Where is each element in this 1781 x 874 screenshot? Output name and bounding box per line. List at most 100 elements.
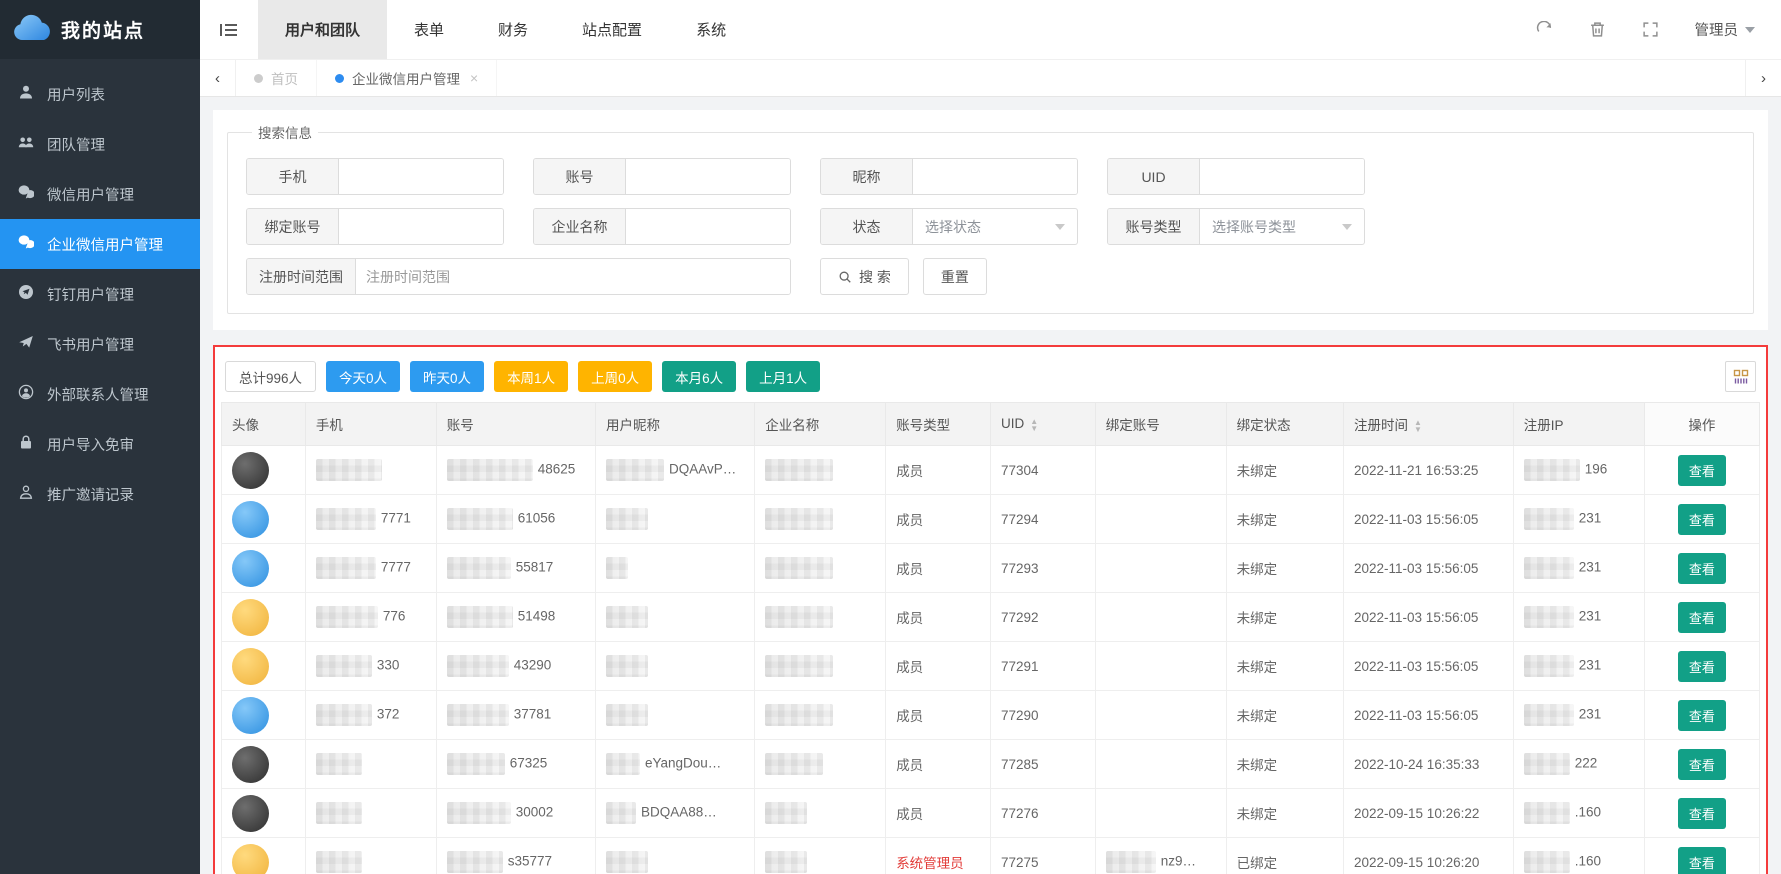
redacted-block — [316, 508, 376, 530]
sidebar-item[interactable]: 飞书用户管理 — [0, 319, 200, 369]
view-button[interactable]: 查看 — [1678, 700, 1726, 731]
avatar — [232, 550, 269, 587]
admin-dropdown[interactable]: 管理员 — [1695, 19, 1756, 40]
view-button[interactable]: 查看 — [1678, 455, 1726, 486]
column-header-bind_account: 绑定账号 — [1095, 403, 1226, 446]
date-range-input[interactable] — [356, 259, 790, 294]
search-field: 状态选择状态 — [820, 208, 1078, 245]
nav-tab[interactable]: 财务 — [471, 0, 555, 59]
sidebar-item[interactable]: 企业微信用户管理 — [0, 219, 200, 269]
search-field: 企业名称 — [533, 208, 791, 245]
text-input[interactable] — [339, 209, 503, 244]
sidebar-item[interactable]: 团队管理 — [0, 119, 200, 169]
stat-button[interactable]: 今天0人 — [326, 361, 400, 392]
cell-text: 77276 — [1001, 806, 1039, 821]
cell-text: nz9… — [1161, 854, 1196, 869]
cell-text: 77290 — [1001, 708, 1039, 723]
redacted-block — [447, 557, 511, 579]
sidebar-item[interactable]: 用户列表 — [0, 69, 200, 119]
stat-button[interactable]: 总计996人 — [225, 361, 316, 392]
field-label: 手机 — [247, 159, 339, 194]
cell-text: 330 — [377, 658, 400, 673]
cloud-logo-icon — [12, 14, 52, 45]
view-button[interactable]: 查看 — [1678, 504, 1726, 535]
stat-button[interactable]: 昨天0人 — [410, 361, 484, 392]
column-header-action: 操作 — [1644, 403, 1759, 446]
view-button[interactable]: 查看 — [1678, 847, 1726, 874]
chevron-down-icon — [1055, 224, 1065, 230]
stat-button[interactable]: 本周1人 — [494, 361, 568, 392]
view-button[interactable]: 查看 — [1678, 553, 1726, 584]
reset-button[interactable]: 重置 — [923, 258, 987, 295]
cell-text: 222 — [1575, 756, 1598, 771]
avatar — [232, 844, 269, 874]
text-input[interactable] — [913, 159, 1077, 194]
redacted-block — [447, 508, 513, 530]
redacted-block — [1524, 655, 1574, 677]
tab-dot-icon — [254, 74, 263, 83]
nav-tab[interactable]: 系统 — [669, 0, 753, 59]
dingtalk-icon — [18, 284, 34, 304]
nav-tab[interactable]: 用户和团队 — [258, 0, 387, 59]
select-field[interactable]: 选择账号类型 — [1200, 209, 1364, 244]
sort-icon[interactable]: ▲▼ — [1414, 419, 1422, 433]
page-tab-label: 企业微信用户管理 — [352, 68, 460, 88]
site-title: 我的站点 — [61, 16, 145, 43]
page-tab[interactable]: 企业微信用户管理 × — [317, 60, 497, 96]
cell-text: 2022-09-15 10:26:22 — [1354, 806, 1479, 821]
cell-text: 372 — [377, 707, 400, 722]
page-tab[interactable]: 首页 — [236, 60, 317, 96]
stat-button[interactable]: 本月6人 — [662, 361, 736, 392]
select-field[interactable]: 选择状态 — [913, 209, 1077, 244]
stat-button[interactable]: 上周0人 — [578, 361, 652, 392]
sidebar-collapse-icon[interactable] — [200, 0, 258, 59]
user-icon — [18, 84, 34, 104]
cell-text: 231 — [1579, 609, 1602, 624]
nav-tab[interactable]: 站点配置 — [555, 0, 669, 59]
page-tabs-bar: ‹ 首页 企业微信用户管理 × › — [200, 59, 1781, 97]
column-header-uid[interactable]: UID▲▼ — [990, 403, 1095, 446]
refresh-icon[interactable] — [1536, 21, 1553, 38]
avatar — [232, 501, 269, 538]
column-header-nickname: 用户昵称 — [596, 403, 755, 446]
cell-text: 成员 — [896, 709, 923, 724]
column-header-reg_time[interactable]: 注册时间▲▼ — [1344, 403, 1514, 446]
view-button[interactable]: 查看 — [1678, 602, 1726, 633]
cell-text: 2022-11-03 15:56:05 — [1354, 659, 1478, 674]
trash-icon[interactable] — [1589, 21, 1606, 38]
sidebar-item[interactable]: 用户导入免审 — [0, 419, 200, 469]
sidebar-menu: 用户列表团队管理微信用户管理企业微信用户管理钉钉用户管理飞书用户管理外部联系人管… — [0, 59, 200, 519]
redacted-block — [765, 459, 833, 481]
sidebar-item[interactable]: 钉钉用户管理 — [0, 269, 200, 319]
sidebar-item[interactable]: 推广邀请记录 — [0, 469, 200, 519]
tabs-scroll-right-icon[interactable]: › — [1745, 60, 1781, 96]
search-field: 账号 — [533, 158, 791, 195]
table-row: s35777系统管理员77275nz9…已绑定2022-09-15 10:26:… — [222, 838, 1760, 874]
view-button[interactable]: 查看 — [1678, 749, 1726, 780]
text-input[interactable] — [1200, 159, 1364, 194]
cell-text: 2022-11-03 15:56:05 — [1354, 561, 1478, 576]
avatar — [232, 599, 269, 636]
text-input[interactable] — [626, 209, 790, 244]
tabs-scroll-left-icon[interactable]: ‹ — [200, 60, 236, 96]
view-button[interactable]: 查看 — [1678, 651, 1726, 682]
fullscreen-icon[interactable] — [1642, 21, 1659, 38]
cell-text: 未绑定 — [1237, 464, 1278, 479]
sort-icon[interactable]: ▲▼ — [1030, 418, 1038, 432]
nav-tab[interactable]: 表单 — [387, 0, 471, 59]
view-button[interactable]: 查看 — [1678, 798, 1726, 829]
cell-text: eYangDou… — [645, 756, 721, 771]
table-body: 48625DQAAvP…成员77304未绑定2022-11-21 16:53:2… — [222, 446, 1760, 874]
stat-button[interactable]: 上月1人 — [746, 361, 820, 392]
search-button[interactable]: 搜 索 — [820, 258, 909, 295]
cell-text: BDQAA88… — [641, 805, 717, 820]
text-input[interactable] — [626, 159, 790, 194]
sidebar-item[interactable]: 微信用户管理 — [0, 169, 200, 219]
redacted-block — [447, 753, 505, 775]
sidebar-item[interactable]: 外部联系人管理 — [0, 369, 200, 419]
cell-text: 30002 — [516, 805, 554, 820]
column-settings-button[interactable] — [1725, 361, 1756, 392]
cell-text: 61056 — [518, 511, 556, 526]
close-tab-icon[interactable]: × — [470, 70, 478, 86]
text-input[interactable] — [339, 159, 503, 194]
